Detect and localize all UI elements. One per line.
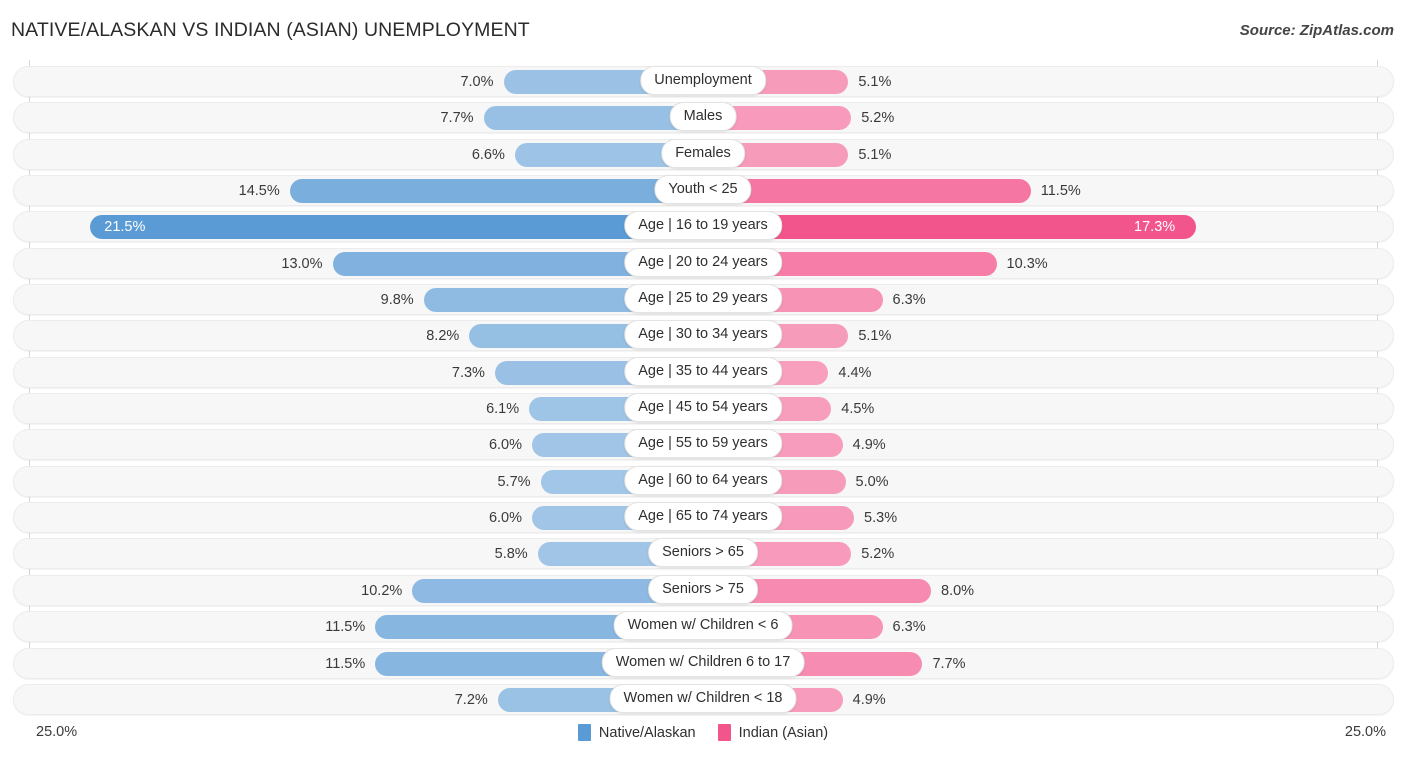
legend-item[interactable]: Native/Alaskan [577,724,696,741]
category-label[interactable]: Age | 55 to 59 years [624,429,782,459]
value-label-native-alaskan: 7.0% [460,74,494,90]
category-label[interactable]: Women w/ Children < 18 [609,683,797,713]
value-label-native-alaskan: 10.2% [361,582,403,599]
chart-row: 5.8% 5.2% Seniors > 65 [0,536,1406,572]
category-label[interactable]: Women w/ Children 6 to 17 [601,647,805,677]
value-label-indian-asian: 6.3% [892,619,926,636]
category-label[interactable]: Unemployment [640,66,766,95]
value-label-indian-asian: 5.2% [861,546,895,563]
category-label[interactable]: Age | 16 to 19 years [624,211,782,241]
value-label-indian-asian: 5.1% [858,328,892,345]
chart-row: 14.5% 11.5% Youth < 25 [0,173,1406,209]
chart-row: 7.3% 4.4% Age | 35 to 44 years [0,355,1406,391]
legend-label: Indian (Asian) [738,724,829,741]
category-label[interactable]: Age | 45 to 54 years [624,393,782,423]
value-label-indian-asian: 4.9% [852,437,886,454]
value-label-indian-asian: 5.2% [861,110,895,127]
category-label[interactable]: Age | 65 to 74 years [624,502,782,532]
chart-row: 7.7% 5.2% Males [0,100,1406,136]
chart-row: 6.6% 5.1% Females [0,137,1406,173]
chart-row: 7.2% 4.9% Women w/ Children < 18 [0,682,1406,718]
chart-row: 7.0% 5.1% Unemployment [0,64,1406,100]
value-label-indian-asian: 6.3% [892,292,926,309]
value-label-native-alaskan: 11.5% [325,619,366,636]
value-label-native-alaskan: 11.5% [325,655,366,672]
value-label-native-alaskan: 5.7% [497,473,531,490]
value-label-native-alaskan: 9.8% [380,292,414,309]
legend-swatch-icon [577,724,591,741]
chart-rows: 7.0% 5.1% Unemployment 7.7% 5.2% Males 6.6% 5.1… [0,64,1406,718]
value-label-indian-asian: 4.9% [852,691,886,708]
category-label[interactable]: Females [661,138,745,168]
value-label-indian-asian: 5.0% [855,473,889,490]
value-label-indian-asian: 7.7% [932,655,966,672]
chart-row: 8.2% 5.1% Age | 30 to 34 years [0,318,1406,354]
bar-native-alaskan [289,179,703,204]
axis-label-left: 25.0% [36,724,78,740]
value-label-native-alaskan: 7.7% [440,110,474,127]
category-label[interactable]: Age | 20 to 24 years [624,247,782,277]
chart-legend: Native/Alaskan Indian (Asian) [0,724,1406,741]
value-label-native-alaskan: 7.2% [454,691,488,708]
chart-row: 5.7% 5.0% Age | 60 to 64 years [0,464,1406,500]
legend-swatch-icon [717,724,731,741]
value-label-indian-asian: 5.1% [858,74,892,90]
chart-page: NATIVE/ALASKAN VS INDIAN (ASIAN) UNEMPLO… [0,0,1406,757]
chart-row: 6.0% 5.3% Age | 65 to 74 years [0,500,1406,536]
value-label-native-alaskan: 6.1% [486,401,520,418]
legend-label: Native/Alaskan [598,724,696,741]
value-label-indian-asian: 4.4% [838,364,872,381]
chart-row: 6.0% 4.9% Age | 55 to 59 years [0,427,1406,463]
value-label-native-alaskan: 7.3% [451,364,485,381]
category-label[interactable]: Males [669,102,737,132]
chart-plot-area: 7.0% 5.1% Unemployment 7.7% 5.2% Males 6.6% 5.1… [0,60,1406,717]
value-label-indian-asian: 8.0% [941,582,975,599]
page-title: NATIVE/ALASKAN VS INDIAN (ASIAN) UNEMPLO… [11,19,530,41]
chart-row: 9.8% 6.3% Age | 25 to 29 years [0,282,1406,318]
value-label-native-alaskan: 6.0% [488,437,522,454]
category-label[interactable]: Women w/ Children < 6 [613,611,793,641]
category-label[interactable]: Age | 30 to 34 years [624,320,782,350]
value-label-native-alaskan: 8.2% [426,328,460,345]
value-label-native-alaskan: 14.5% [238,183,280,200]
bar-native-alaskan [90,215,703,240]
chart-row: 11.5% 7.7% Women w/ Children 6 to 17 [0,646,1406,682]
category-label[interactable]: Age | 25 to 29 years [624,284,782,314]
value-label-native-alaskan: 13.0% [281,255,323,272]
value-label-native-alaskan: 6.6% [471,146,505,163]
category-label[interactable]: Age | 60 to 64 years [624,465,782,495]
value-label-indian-asian: 10.3% [1006,255,1048,272]
category-label[interactable]: Seniors > 65 [648,538,758,568]
source-attribution: Source: ZipAtlas.com [1239,22,1394,39]
category-label[interactable]: Seniors > 75 [648,574,758,604]
category-label[interactable]: Youth < 25 [654,175,752,205]
value-label-indian-asian: 4.5% [841,401,875,418]
chart-row: 11.5% 6.3% Women w/ Children < 6 [0,609,1406,645]
value-label-indian-asian: 17.3% [1134,219,1176,236]
axis-label-right: 25.0% [1344,724,1386,740]
bar-indian-asian [703,179,1031,204]
value-label-native-alaskan: 6.0% [488,510,522,527]
chart-row: 10.2% 8.0% Seniors > 75 [0,573,1406,609]
category-label[interactable]: Age | 35 to 44 years [624,356,782,386]
value-label-indian-asian: 11.5% [1040,183,1081,200]
value-label-indian-asian: 5.1% [858,146,892,163]
legend-item[interactable]: Indian (Asian) [717,724,829,741]
chart-row: 21.5% 17.3% Age | 16 to 19 years [0,209,1406,245]
value-label-native-alaskan: 5.8% [494,546,528,563]
value-label-indian-asian: 5.3% [864,510,898,527]
chart-row: 13.0% 10.3% Age | 20 to 24 years [0,246,1406,282]
value-label-native-alaskan: 21.5% [104,219,146,236]
chart-row: 6.1% 4.5% Age | 45 to 54 years [0,391,1406,427]
